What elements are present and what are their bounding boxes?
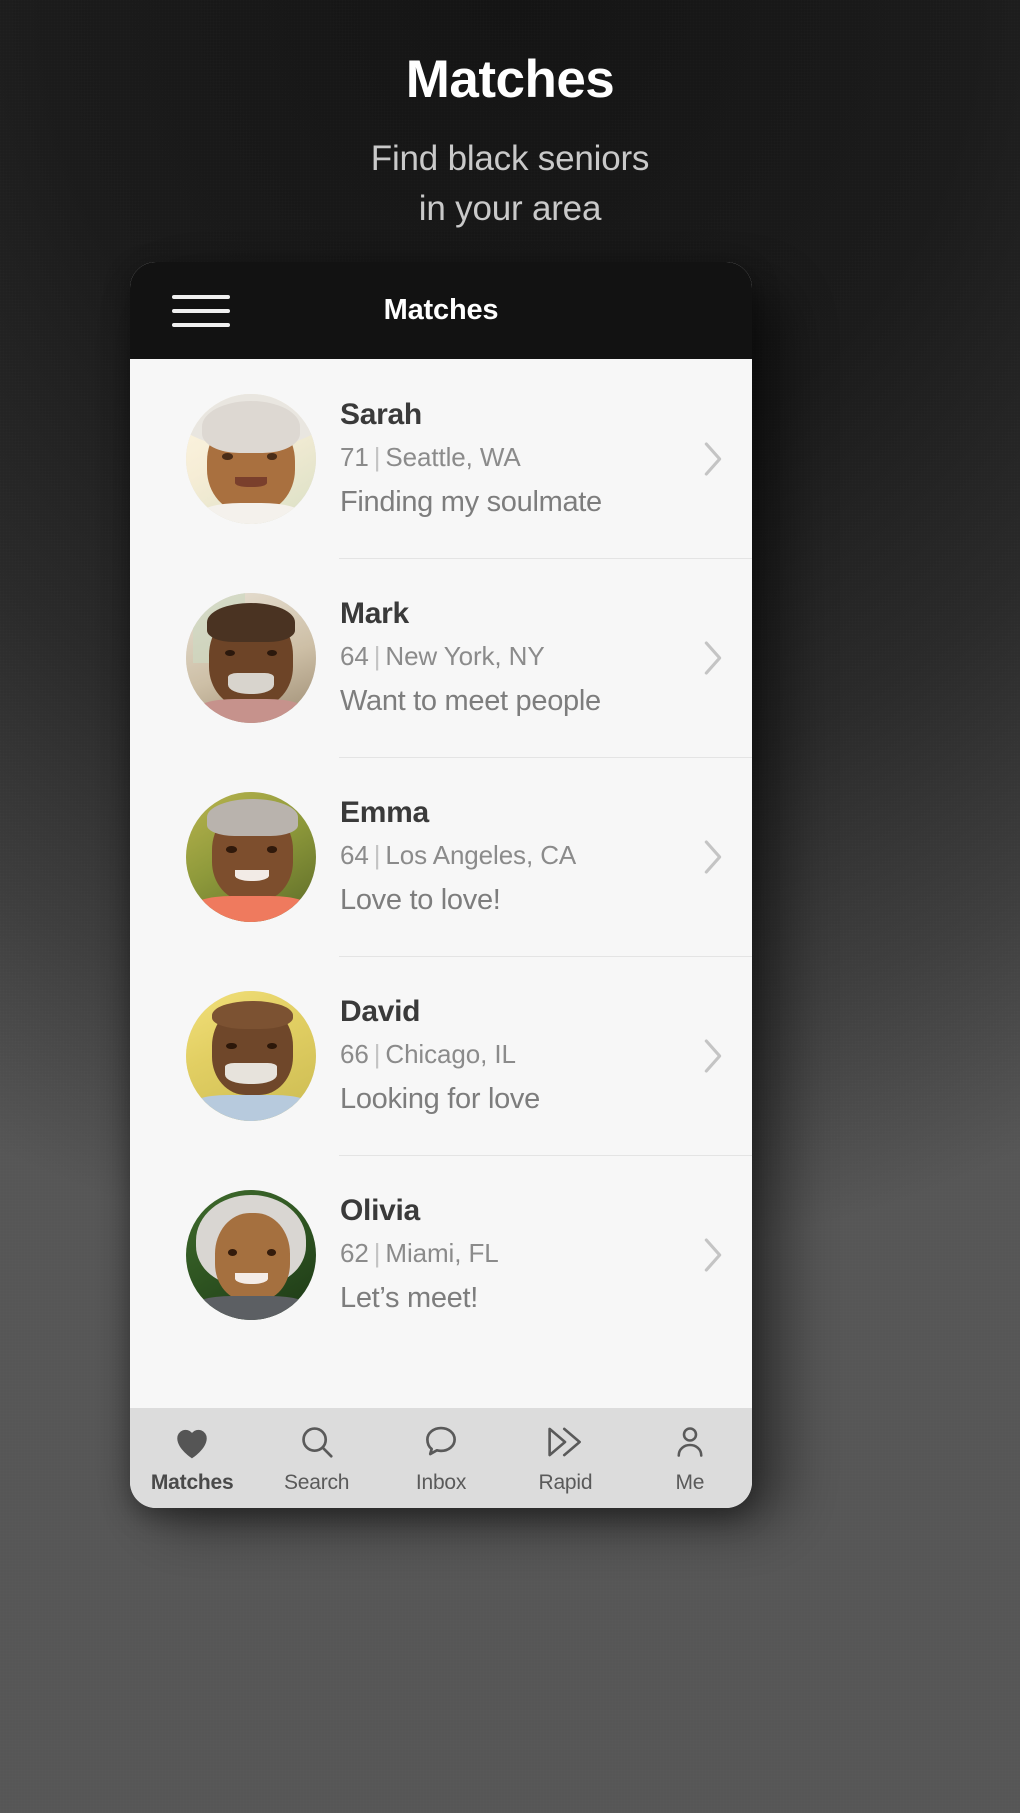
avatar[interactable] [186, 393, 316, 524]
match-info: Olivia 62 | Miami, FL Let’s meet! [316, 1192, 692, 1316]
hero-section: Matches Find black seniors in your area [0, 0, 1020, 235]
nav-item-me[interactable]: Me [628, 1422, 752, 1495]
speech-bubble-icon [422, 1422, 460, 1462]
nav-item-label: Rapid [538, 1470, 593, 1494]
photo-david [186, 990, 316, 1121]
photo-mark [186, 592, 316, 723]
match-name: David [340, 995, 421, 1029]
match-tagline: Love to love! [340, 884, 501, 917]
match-age: 64 [340, 839, 369, 870]
hero-subtitle-line-1: Find black seniors [370, 138, 650, 178]
nav-item-label: Matches [150, 1470, 234, 1494]
phone-mockup: Matches Sarah 71 | Seattle, WA Finding my … [130, 262, 752, 1508]
match-list-item[interactable]: Mark 64 | New York, NY Want to meet people [130, 558, 752, 757]
match-location: Los Angeles, CA [385, 839, 577, 870]
match-age: 66 [340, 1038, 369, 1069]
nav-item-inbox[interactable]: Inbox [379, 1422, 503, 1495]
hero-subtitle: Find black seniors in your area [0, 134, 1020, 236]
match-list-item[interactable]: David 66 | Chicago, IL Looking for love [130, 956, 752, 1155]
double-chevron-icon [545, 1422, 585, 1462]
photo-olivia [186, 1189, 316, 1320]
person-icon [672, 1422, 708, 1462]
match-tagline: Let’s meet! [340, 1282, 479, 1315]
app-bar: Matches [130, 262, 752, 359]
avatar[interactable] [186, 1189, 316, 1320]
match-info: Sarah 71 | Seattle, WA Finding my soulmate [316, 396, 692, 520]
meta-separator: | [373, 839, 381, 870]
match-meta: 64 | New York, NY [340, 640, 682, 673]
match-name: Olivia [340, 1194, 420, 1228]
match-list-item[interactable]: Emma 64 | Los Angeles, CA Love to love! [130, 757, 752, 956]
avatar[interactable] [186, 791, 316, 922]
heart-filled-icon [172, 1422, 212, 1462]
chevron-right-icon[interactable] [692, 638, 752, 678]
match-tagline: Finding my soulmate [340, 486, 602, 519]
match-name: Sarah [340, 398, 422, 432]
avatar[interactable] [186, 592, 316, 723]
nav-item-matches[interactable]: Matches [130, 1422, 254, 1495]
match-age: 64 [340, 640, 369, 671]
match-meta: 64 | Los Angeles, CA [340, 839, 682, 872]
hamburger-bar [172, 294, 230, 299]
screenshot-root: Matches Find black seniors in your area … [0, 0, 1020, 1813]
match-info: Mark 64 | New York, NY Want to meet people [316, 595, 692, 719]
hero-subtitle-line-2: in your area [418, 189, 602, 229]
chevron-right-icon[interactable] [692, 1036, 752, 1076]
match-name: Mark [340, 597, 409, 631]
match-info: Emma 64 | Los Angeles, CA Love to love! [316, 794, 692, 918]
avatar[interactable] [186, 990, 316, 1121]
nav-item-label: Me [675, 1470, 705, 1494]
hamburger-menu-icon[interactable] [172, 291, 230, 331]
nav-item-label: Search [283, 1470, 350, 1494]
meta-separator: | [373, 441, 381, 472]
chevron-right-icon[interactable] [692, 1235, 752, 1275]
match-list-item[interactable]: Sarah 71 | Seattle, WA Finding my soulmate [130, 359, 752, 558]
meta-separator: | [373, 640, 381, 671]
match-info: David 66 | Chicago, IL Looking for love [316, 993, 692, 1117]
match-tagline: Want to meet people [340, 685, 601, 718]
photo-emma [186, 791, 316, 922]
meta-separator: | [373, 1038, 381, 1069]
match-age: 71 [340, 441, 369, 472]
meta-separator: | [373, 1237, 381, 1268]
hamburger-bar [172, 322, 230, 327]
magnifier-icon [298, 1422, 336, 1462]
match-age: 62 [340, 1237, 369, 1268]
match-list-item[interactable]: Olivia 62 | Miami, FL Let’s meet! [130, 1155, 752, 1354]
matches-list: Sarah 71 | Seattle, WA Finding my soulmate… [130, 359, 752, 1408]
match-location: New York, NY [385, 640, 545, 671]
match-meta: 71 | Seattle, WA [340, 441, 682, 474]
match-location: Chicago, IL [385, 1038, 516, 1069]
chevron-right-icon[interactable] [692, 439, 752, 479]
match-name: Emma [340, 796, 429, 830]
nav-item-search[interactable]: Search [254, 1422, 378, 1495]
match-tagline: Looking for love [340, 1083, 540, 1116]
match-meta: 66 | Chicago, IL [340, 1038, 682, 1071]
nav-item-rapid[interactable]: Rapid [503, 1422, 627, 1495]
bottom-navigation: Matches Search Inbox Rapid Me [130, 1408, 752, 1508]
page-title: Matches [405, 50, 615, 109]
match-location: Miami, FL [385, 1237, 499, 1268]
nav-item-label: Inbox [415, 1470, 467, 1494]
chevron-right-icon[interactable] [692, 837, 752, 877]
hamburger-bar [172, 308, 230, 313]
match-location: Seattle, WA [385, 441, 521, 472]
photo-sarah [186, 393, 316, 524]
match-meta: 62 | Miami, FL [340, 1237, 682, 1270]
